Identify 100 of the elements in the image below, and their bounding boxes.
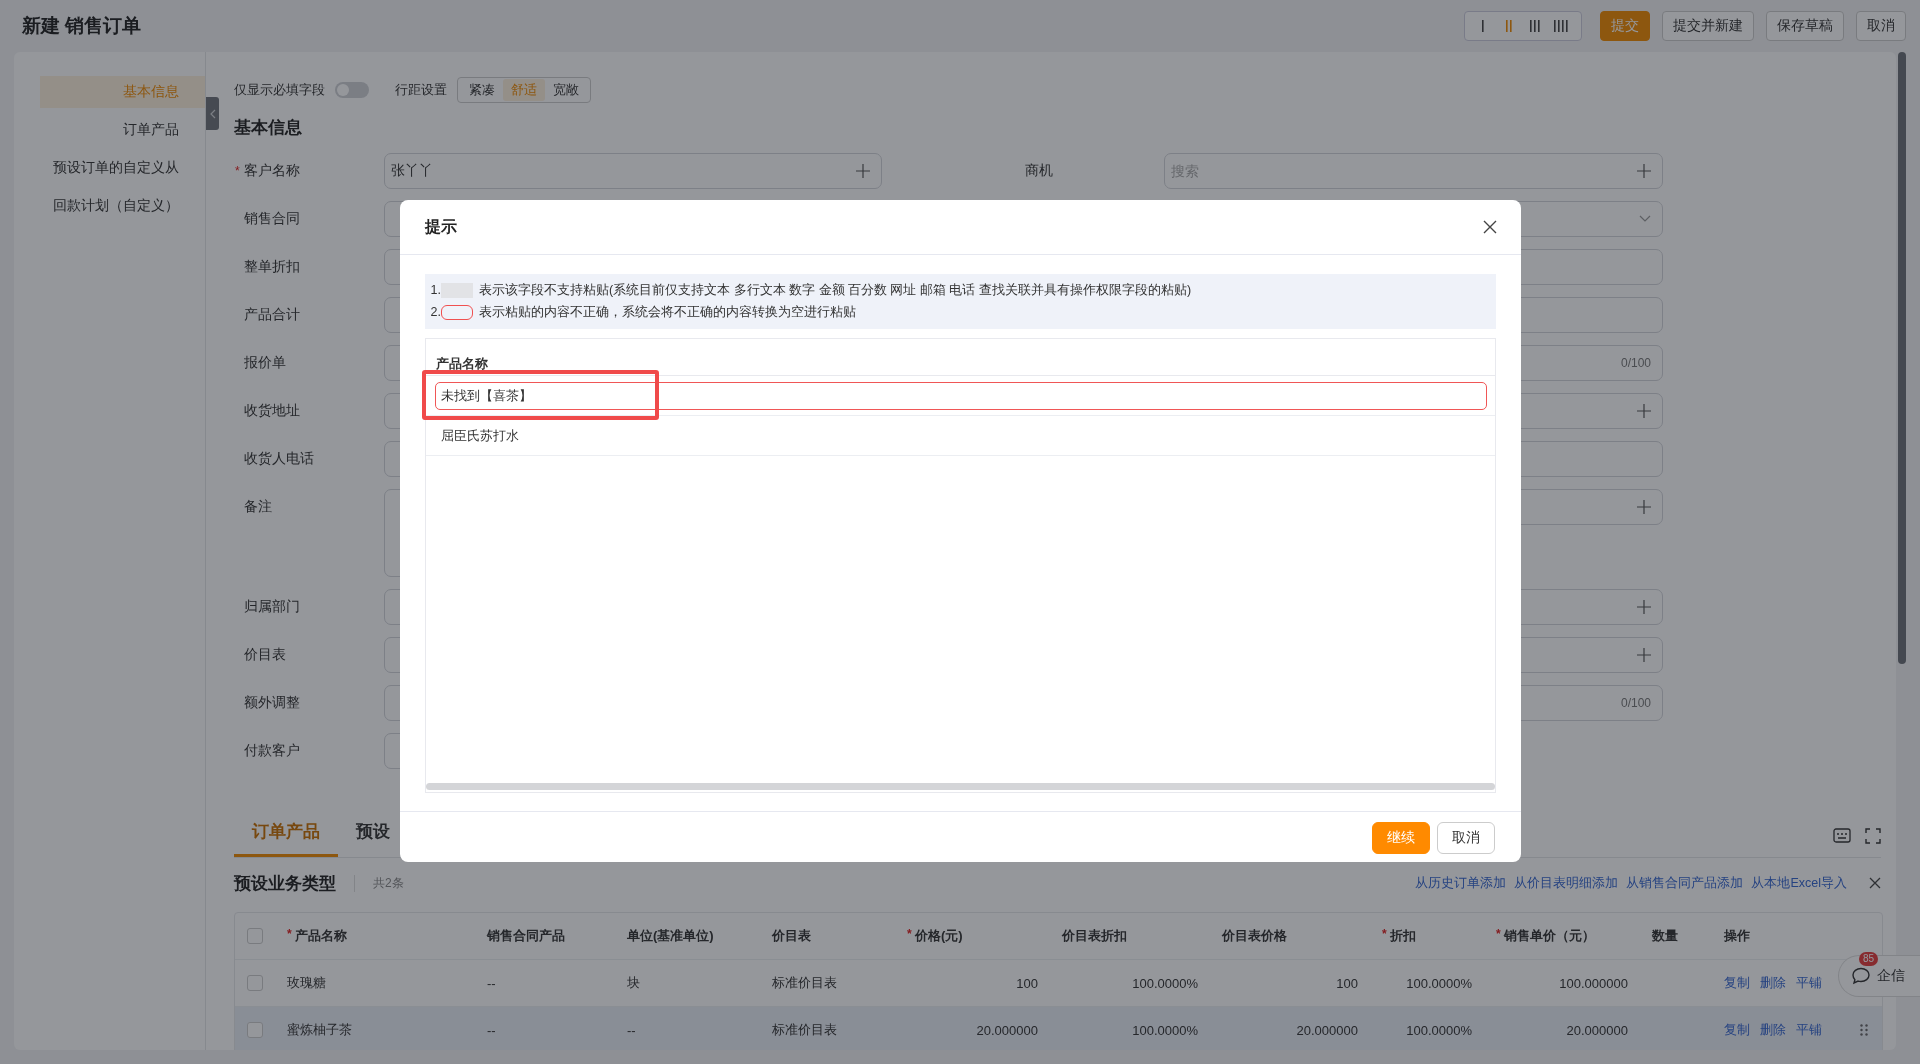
toolbar-button[interactable]: 提交 (1600, 11, 1650, 41)
column-header: 单位(基准单位) (627, 927, 714, 945)
char-counter: 0/100 (1620, 696, 1651, 710)
note-number: 2. (430, 305, 441, 319)
row-action-link[interactable]: 复制 (1724, 1021, 1750, 1039)
fullscreen-icon[interactable] (1865, 828, 1881, 844)
plus-icon[interactable] (1637, 500, 1651, 514)
column-header: 销售合同产品 (487, 927, 565, 945)
plus-icon[interactable] (856, 164, 870, 178)
toolbar-button[interactable]: 取消 (1856, 11, 1906, 41)
scrollbar[interactable] (425, 783, 1495, 790)
plus-icon[interactable] (1637, 648, 1651, 662)
checkbox[interactable] (247, 928, 263, 944)
nav-item[interactable]: 订单产品 (40, 114, 205, 146)
keyboard-icon[interactable] (1833, 828, 1851, 844)
field-label: 销售合同 (244, 210, 300, 228)
spacing-option[interactable]: 舒适 (503, 79, 545, 101)
row-action-link[interactable]: 删除 (1760, 974, 1786, 992)
row-action-link[interactable]: 平铺 (1796, 974, 1822, 992)
table-cell: 标准价目表 (772, 1021, 837, 1039)
table-cell: 20.000000 (1296, 1022, 1358, 1038)
bars-icon (1553, 19, 1571, 33)
field-label: 额外调整 (244, 694, 300, 712)
spacing-label: 行距设置 (395, 81, 447, 99)
field-label: 收货地址 (244, 402, 300, 420)
collapse-handle[interactable] (206, 97, 219, 130)
table-cell: -- (487, 1022, 496, 1038)
list-title: 预设业务类型 (234, 872, 336, 895)
invalid-swatch (440, 304, 473, 320)
char-counter: 0/100 (1620, 356, 1651, 370)
column-header: 数量 (1652, 927, 1678, 945)
field-label: 客户名称 (244, 162, 300, 180)
add-link[interactable]: 从价目表明细添加 (1514, 874, 1619, 892)
toolbar-button[interactable]: 提交并新建 (1662, 11, 1754, 41)
required-mark: * (1496, 927, 1502, 943)
column-header: 销售单价（元） (1504, 927, 1595, 945)
note-number: 1. (430, 283, 441, 297)
column-header: 操作 (1724, 927, 1750, 945)
column-header: 产品名称 (295, 927, 347, 945)
field-label: 收货人电话 (244, 450, 314, 468)
input-field[interactable]: 张丫丫 (384, 153, 882, 189)
scrollbar[interactable] (1898, 52, 1906, 664)
checkbox[interactable] (247, 1022, 263, 1038)
table-cell: 20.000000 (976, 1022, 1038, 1038)
table-cell: 100 (1336, 975, 1358, 991)
field-label: 整单折扣 (244, 258, 300, 276)
spacing-option[interactable]: 紧凑 (461, 79, 503, 101)
table-cell: 20.000000 (1566, 1022, 1628, 1038)
toggle-switch[interactable] (335, 82, 369, 98)
table-cell: 100.0000% (1132, 1022, 1198, 1038)
section-title: 基本信息 (234, 117, 303, 139)
required-mark: * (287, 927, 293, 943)
item-count: 共2条 (354, 874, 404, 892)
checkbox[interactable] (247, 975, 263, 991)
page-title: 新建 销售订单 (22, 14, 142, 38)
add-link[interactable]: 从历史订单添加 (1415, 874, 1507, 892)
add-link[interactable]: 从本地Excel导入 (1751, 874, 1847, 892)
nav-item[interactable]: 预设订单的自定义从 (40, 152, 205, 184)
column-header: 价目表 (772, 927, 811, 945)
field-label: 归属部门 (244, 598, 300, 616)
table-cell: 块 (627, 974, 640, 992)
field-label: 产品合计 (244, 306, 300, 324)
close-icon[interactable] (1482, 220, 1497, 234)
column-header: 价目表折扣 (1062, 927, 1127, 945)
column-header: 价格(元) (915, 927, 963, 945)
dialog-title: 提示 (424, 216, 457, 237)
table-cell: 100 (1016, 975, 1038, 991)
nav-item[interactable]: 回款计划（自定义） (40, 190, 205, 222)
paste-cell[interactable]: 屈臣氏苏打水 (434, 421, 1487, 450)
close-icon[interactable] (1869, 877, 1881, 889)
row-action-link[interactable]: 删除 (1760, 1021, 1786, 1039)
add-link[interactable]: 从销售合同产品添加 (1626, 874, 1744, 892)
column-header: 折扣 (1390, 927, 1416, 945)
field-label: 付款客户 (244, 742, 300, 760)
plus-icon[interactable] (1637, 600, 1651, 614)
plus-icon[interactable] (1637, 164, 1651, 178)
chevron-down-icon[interactable] (1639, 215, 1651, 223)
notification-badge: 85 (1859, 952, 1879, 966)
bars-icon (1529, 19, 1543, 33)
plus-icon[interactable] (1637, 404, 1651, 418)
required-mark: * (907, 927, 913, 943)
row-action-link[interactable]: 复制 (1724, 974, 1750, 992)
nav-item[interactable]: 基本信息 (40, 76, 205, 108)
dialog-button[interactable]: 取消 (1436, 822, 1495, 854)
note-text: 表示该字段不支持粘贴(系统目前仅支持文本 多行文本 数字 金额 百分数 网址 邮箱 电话 查找关联并具有操作权限字段的粘贴) (478, 281, 1192, 299)
dialog-button[interactable]: 继续 (1371, 822, 1430, 854)
note-text: 表示粘贴的内容不正确，系统会将不正确的内容转换为空进行粘贴 (478, 303, 856, 321)
row-action-link[interactable]: 平铺 (1796, 1021, 1822, 1039)
toolbar-button[interactable]: 保存草稿 (1766, 11, 1844, 41)
table-cell: 标准价目表 (772, 974, 837, 992)
table-cell: 100.0000% (1406, 975, 1472, 991)
chat-button[interactable]: 85 企信 (1838, 955, 1920, 997)
table-cell: 玫瑰糖 (287, 974, 326, 992)
tab[interactable]: 订单产品 (234, 814, 338, 857)
toggle-label: 仅显示必填字段 (234, 81, 325, 99)
bars-icon (1505, 19, 1515, 33)
required-mark: * (235, 163, 240, 180)
spacing-option[interactable]: 宽敞 (545, 79, 587, 101)
paste-cell[interactable]: 未找到【喜茶】 (434, 381, 1487, 410)
drag-handle-icon[interactable] (1860, 1024, 1868, 1036)
